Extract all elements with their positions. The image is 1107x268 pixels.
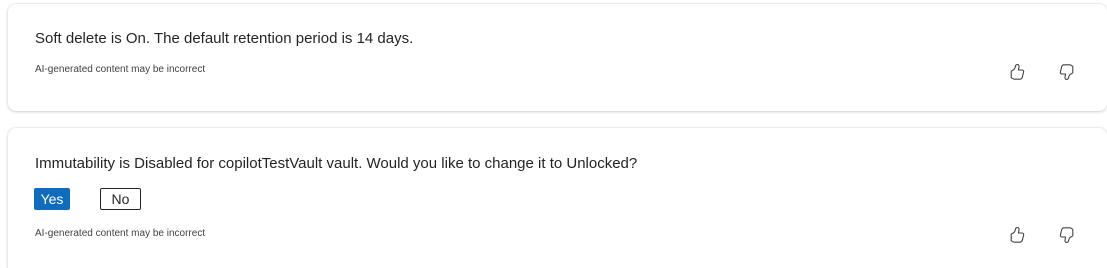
thumb-up-icon[interactable] bbox=[1004, 222, 1030, 248]
yes-button[interactable]: Yes bbox=[34, 188, 70, 210]
message-text: Soft delete is On. The default retention… bbox=[35, 30, 414, 47]
thumb-up-icon[interactable] bbox=[1004, 59, 1030, 85]
ai-disclaimer: AI-generated content may be incorrect bbox=[35, 228, 206, 239]
ai-disclaimer: AI-generated content may be incorrect bbox=[35, 64, 206, 75]
thumb-down-icon[interactable] bbox=[1054, 222, 1080, 248]
chat-message-card: Soft delete is On. The default retention… bbox=[8, 4, 1107, 111]
no-button[interactable]: No bbox=[100, 188, 141, 210]
chat-message-card: Immutability is Disabled for copilotTest… bbox=[8, 128, 1107, 268]
message-text: Immutability is Disabled for copilotTest… bbox=[35, 155, 638, 172]
thumb-down-icon[interactable] bbox=[1054, 59, 1080, 85]
